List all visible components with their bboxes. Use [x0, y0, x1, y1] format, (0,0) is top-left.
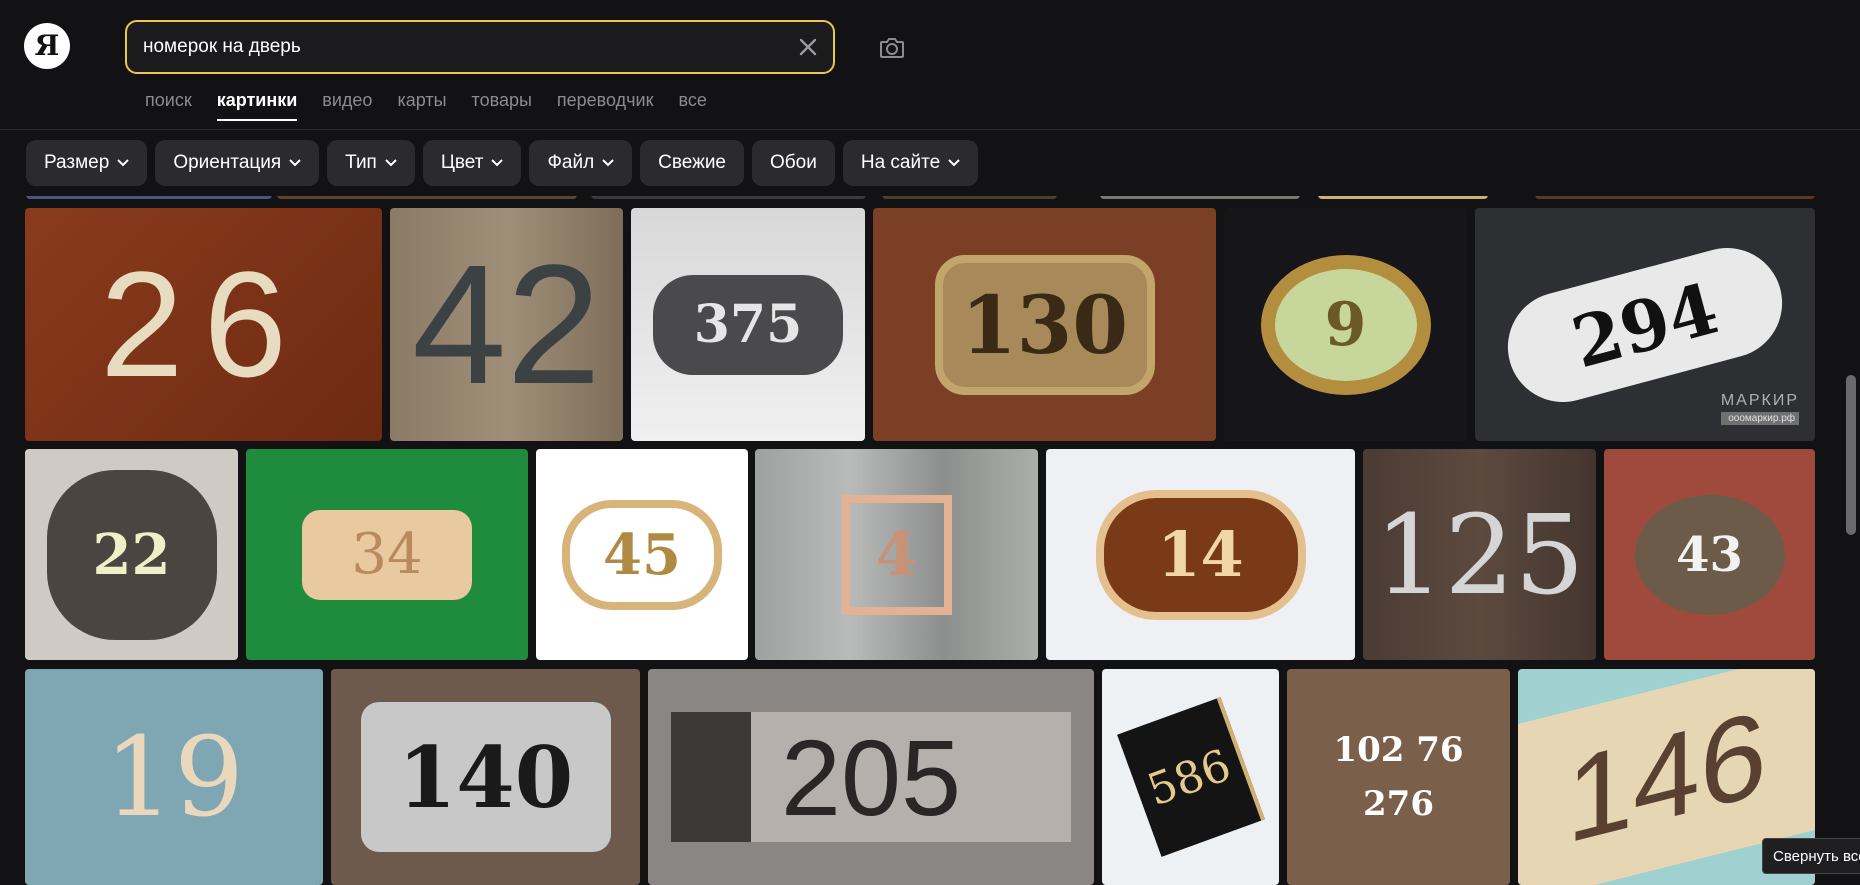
- collapse-label: Свернуть все: [1773, 847, 1860, 865]
- image-tile[interactable]: 45: [536, 449, 748, 660]
- image-tile[interactable]: 375: [631, 208, 865, 441]
- image-number: 4: [841, 494, 952, 615]
- image-tile[interactable]: 294 МАРКИР ооомаркир.рф: [1475, 208, 1815, 441]
- collapse-all-tooltip[interactable]: Свернуть все: [1762, 838, 1860, 874]
- filter-file[interactable]: Файл: [529, 140, 633, 186]
- image-number: 130: [934, 254, 1155, 395]
- image-tile[interactable]: 130: [873, 208, 1216, 441]
- chevron-down-icon: [948, 159, 960, 167]
- image-number: 42: [411, 229, 602, 420]
- filter-orientation[interactable]: Ориентация: [155, 140, 320, 186]
- chevron-down-icon: [289, 159, 301, 167]
- chevron-down-icon: [491, 159, 504, 167]
- tab-products[interactable]: товары: [472, 90, 532, 121]
- filter-label: На сайте: [860, 152, 941, 173]
- tab-search[interactable]: поиск: [145, 90, 192, 121]
- filter-type[interactable]: Тип: [327, 140, 415, 186]
- image-tile[interactable]: 102 76 276: [1287, 669, 1510, 885]
- image-number: 140: [360, 702, 611, 852]
- image-number: 45: [562, 499, 722, 610]
- header: Я поиск картинки видео карты товары пере…: [0, 0, 1860, 130]
- filter-size[interactable]: Размер: [26, 140, 148, 186]
- image-tile[interactable]: 205: [648, 669, 1094, 885]
- chevron-down-icon: [602, 159, 614, 167]
- filter-label: Размер: [44, 152, 110, 173]
- image-number: 375: [653, 274, 843, 375]
- filter-bar: Размер Ориентация Тип Цвет Файл Свежие О…: [0, 130, 1860, 196]
- search-box: [125, 20, 835, 74]
- scrollbar-thumb[interactable]: [1846, 375, 1856, 535]
- image-tile[interactable]: 586: [1102, 669, 1279, 885]
- close-icon[interactable]: [795, 34, 821, 60]
- image-tile[interactable]: 140: [331, 669, 640, 885]
- watermark: МАРКИР ооомаркир.рф: [1720, 392, 1799, 425]
- camera-icon[interactable]: [876, 32, 908, 64]
- tab-maps[interactable]: карты: [397, 90, 446, 121]
- filter-label: Обои: [770, 152, 817, 173]
- logo-letter: Я: [34, 29, 60, 62]
- filter-wallpapers[interactable]: Обои: [752, 140, 835, 186]
- image-number: 9: [1260, 254, 1431, 395]
- image-number: 125: [1374, 490, 1585, 619]
- image-number: 294: [1495, 235, 1795, 414]
- filter-label: Тип: [345, 152, 377, 173]
- watermark-brand: МАРКИР: [1720, 392, 1799, 409]
- tab-video[interactable]: видео: [322, 90, 372, 121]
- filter-on-site[interactable]: На сайте: [842, 140, 979, 186]
- image-number: 26: [100, 240, 307, 408]
- watermark-site: ооомаркир.рф: [1720, 412, 1799, 425]
- image-tile[interactable]: 34: [246, 449, 528, 660]
- image-number: 14: [1095, 489, 1306, 620]
- image-number: 586: [1116, 697, 1265, 857]
- image-number: 19: [104, 713, 244, 841]
- search-input[interactable]: [143, 22, 783, 72]
- filter-label: Файл: [547, 152, 595, 173]
- image-tile[interactable]: 22: [25, 449, 238, 660]
- tab-translator[interactable]: переводчик: [557, 90, 654, 121]
- yandex-logo[interactable]: Я: [24, 23, 70, 69]
- image-tile[interactable]: 125: [1363, 449, 1596, 660]
- filter-label: Свежие: [658, 152, 727, 173]
- tab-images[interactable]: картинки: [216, 90, 297, 121]
- image-number: 102 76 276: [1333, 729, 1464, 824]
- image-number: 22: [46, 469, 217, 640]
- chevron-down-icon: [385, 159, 397, 167]
- filter-fresh[interactable]: Свежие: [640, 140, 745, 186]
- image-tile[interactable]: 14: [1046, 449, 1355, 660]
- image-tile[interactable]: 26: [25, 208, 382, 441]
- image-number: 43: [1634, 494, 1785, 615]
- chevron-down-icon: [117, 159, 130, 167]
- image-number: 34: [302, 509, 472, 600]
- search-tabs: поиск картинки видео карты товары перево…: [145, 90, 707, 121]
- image-tile[interactable]: 43: [1604, 449, 1815, 660]
- image-number: 205: [671, 712, 1071, 842]
- filter-label: Цвет: [440, 152, 484, 173]
- image-tile[interactable]: 19: [25, 669, 323, 885]
- filter-label: Ориентация: [173, 152, 282, 173]
- image-tile[interactable]: 4: [755, 449, 1038, 660]
- filter-color[interactable]: Цвет: [422, 140, 522, 186]
- tab-all[interactable]: все: [678, 90, 706, 121]
- image-tile[interactable]: 9: [1224, 208, 1467, 441]
- image-tile[interactable]: 42: [390, 208, 623, 441]
